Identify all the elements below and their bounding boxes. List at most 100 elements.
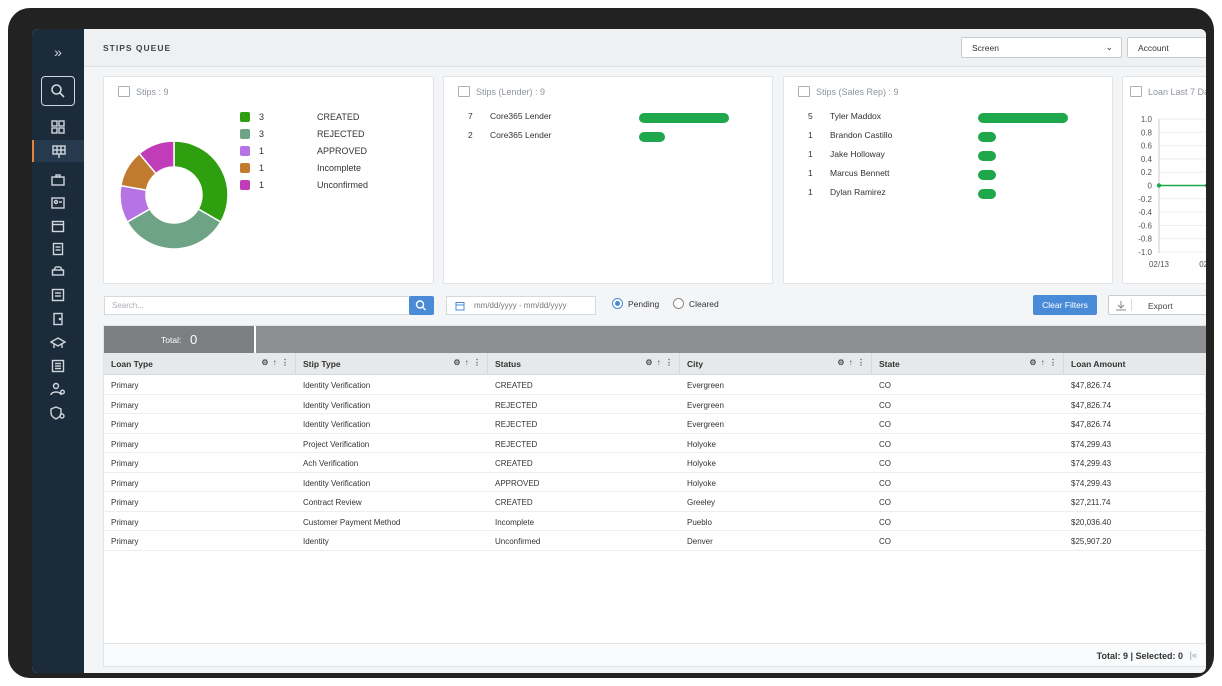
bar-mark	[978, 189, 996, 199]
table-cell: Project Verification	[303, 439, 370, 449]
table-row[interactable]: Primary Identity Verification CREATED Everg…	[104, 375, 1206, 395]
pending-label: Pending	[628, 298, 660, 309]
legend-item[interactable]: 1 Unconfirmed	[240, 178, 368, 192]
legend-item[interactable]: 3 CREATED	[240, 110, 359, 124]
legend-item[interactable]: 1 Incomplete	[240, 161, 361, 175]
y-tick-label: -0.2	[1138, 195, 1152, 204]
bar-label: Core365 Lender	[490, 111, 552, 121]
first-page-icon[interactable]: |«	[1190, 650, 1197, 660]
legend-count: 1	[259, 146, 265, 156]
donut-slice-rejected[interactable]	[126, 207, 222, 250]
column-header[interactable]: Loan Amount	[1064, 353, 1206, 375]
sidebar-item-reports[interactable]	[32, 284, 84, 306]
legend-swatch	[240, 163, 250, 173]
sidebar-item-projects[interactable]	[32, 169, 84, 191]
table-row[interactable]: Primary Contract Review CREATED Greeley CO $2…	[104, 492, 1206, 512]
table-cell: CREATED	[495, 498, 533, 507]
sidebar-item-documents[interactable]	[32, 238, 84, 260]
column-header[interactable]: Status ⚙ ↑ ⋮	[488, 353, 680, 375]
account-select[interactable]: Account	[1127, 37, 1206, 58]
search-input[interactable]: Search...	[104, 296, 410, 315]
bar-row[interactable]: 5 Tyler Maddox	[808, 111, 1098, 125]
data-point[interactable]	[1156, 183, 1162, 188]
sidebar-item-contacts[interactable]	[32, 192, 84, 214]
bar-row[interactable]: 7 Core365 Lender	[468, 111, 758, 125]
table-cell: Holyoke	[687, 439, 716, 449]
sidebar-item-user-settings[interactable]	[32, 378, 84, 400]
download-icon	[1116, 301, 1126, 311]
table-cell: CO	[879, 400, 891, 410]
sidebar-item-list[interactable]	[32, 355, 84, 377]
bar-chart-icon	[458, 86, 470, 97]
column-header[interactable]: City ⚙ ↑ ⋮	[680, 353, 872, 375]
legend-item[interactable]: 1 APPROVED	[240, 144, 367, 158]
column-tools-icon[interactable]: ⚙ ↑ ⋮	[453, 358, 482, 367]
column-tools-icon[interactable]: ⚙ ↑ ⋮	[1029, 358, 1058, 367]
loan-card-title-text: Loan Last 7 Da	[1148, 86, 1206, 97]
column-header-label: State	[879, 359, 900, 369]
report-icon	[51, 288, 65, 302]
document-icon	[52, 242, 64, 256]
legend-label: CREATED	[317, 112, 360, 122]
table-cell: Identity	[303, 537, 329, 546]
bar-mark	[978, 170, 996, 180]
data-point[interactable]	[1204, 183, 1206, 188]
export-button[interactable]: Export	[1108, 295, 1206, 315]
cleared-radio[interactable]: Cleared	[673, 298, 719, 309]
legend-item[interactable]: 3 REJECTED	[240, 127, 365, 141]
table-cell: CO	[879, 439, 891, 449]
table-cell: $47,826.74	[1071, 381, 1112, 390]
sidebar-item-calendar[interactable]	[32, 215, 84, 237]
table-cell: REJECTED	[495, 400, 538, 410]
sidebar-item-training[interactable]	[32, 332, 84, 354]
screen-select[interactable]: Screen ⌄	[961, 37, 1122, 58]
sidebar-item-admin[interactable]	[32, 402, 84, 424]
bar-row[interactable]: 1 Dylan Ramirez	[808, 187, 1098, 201]
sidebar-item-dashboard[interactable]	[32, 116, 84, 138]
table-cell: REJECTED	[495, 439, 538, 449]
table-cell: Pueblo	[687, 517, 712, 527]
car-icon	[51, 266, 65, 276]
column-tools-icon[interactable]: ⚙ ↑ ⋮	[645, 358, 674, 367]
legend-swatch	[240, 146, 250, 156]
column-header[interactable]: State ⚙ ↑ ⋮	[872, 353, 1064, 375]
table-row[interactable]: Primary Identity Verification APPROVED Holy…	[104, 473, 1206, 492]
y-tick-label: -0.4	[1138, 208, 1152, 217]
bar-count: 5	[808, 111, 813, 121]
table-row[interactable]: Primary Identity Verification REJECTED Ever…	[104, 395, 1206, 414]
clear-filters-button[interactable]: Clear Filters	[1033, 295, 1097, 315]
solar-panel-icon	[52, 145, 66, 158]
table-cell: CREATED	[495, 381, 533, 390]
table-cell: Evergreen	[687, 381, 724, 390]
table-row[interactable]: Primary Ach Verification CREATED Holyoke CO $…	[104, 453, 1206, 473]
bar-row[interactable]: 2 Core365 Lender	[468, 130, 758, 144]
table-row[interactable]: Primary Identity Unconfirmed Denver CO $25,90…	[104, 531, 1206, 551]
bar-row[interactable]: 1 Jake Holloway	[808, 149, 1098, 163]
column-tools-icon[interactable]: ⚙ ↑ ⋮	[837, 358, 866, 367]
table-cell: Primary	[111, 381, 139, 390]
column-header-label: Loan Type	[111, 359, 153, 369]
legend-count: 3	[259, 112, 265, 122]
table-row[interactable]: Primary Project Verification REJECTED Holyo…	[104, 434, 1206, 453]
y-tick-label: 0.4	[1141, 155, 1153, 164]
sidebar-search-button[interactable]	[41, 76, 75, 106]
column-tools-icon[interactable]: ⚙ ↑ ⋮	[261, 358, 290, 367]
table-row[interactable]: Primary Customer Payment Method Incomplete…	[104, 512, 1206, 531]
calendar-icon	[455, 302, 465, 311]
sidebar-item-vehicles[interactable]	[32, 261, 84, 283]
date-range-input[interactable]: mm/dd/yyyy - mm/dd/yyyy	[446, 296, 596, 315]
legend-count: 1	[259, 180, 265, 190]
screen-select-value: Screen	[972, 43, 999, 53]
sidebar-item-exit[interactable]	[32, 308, 84, 330]
bar-row[interactable]: 1 Marcus Bennett	[808, 168, 1098, 182]
sidebar-item-stips[interactable]	[32, 140, 84, 162]
y-tick-label: -0.6	[1138, 221, 1152, 230]
pending-radio[interactable]: Pending	[612, 298, 659, 309]
search-button[interactable]	[409, 296, 434, 315]
bar-row[interactable]: 1 Brandon Castillo	[808, 130, 1098, 144]
date-range-placeholder: mm/dd/yyyy - mm/dd/yyyy	[474, 301, 567, 310]
column-header[interactable]: Loan Type ⚙ ↑ ⋮	[104, 353, 296, 375]
expand-icon[interactable]: »	[48, 43, 68, 61]
column-header[interactable]: Stip Type ⚙ ↑ ⋮	[296, 353, 488, 375]
table-row[interactable]: Primary Identity Verification REJECTED Ever…	[104, 414, 1206, 434]
